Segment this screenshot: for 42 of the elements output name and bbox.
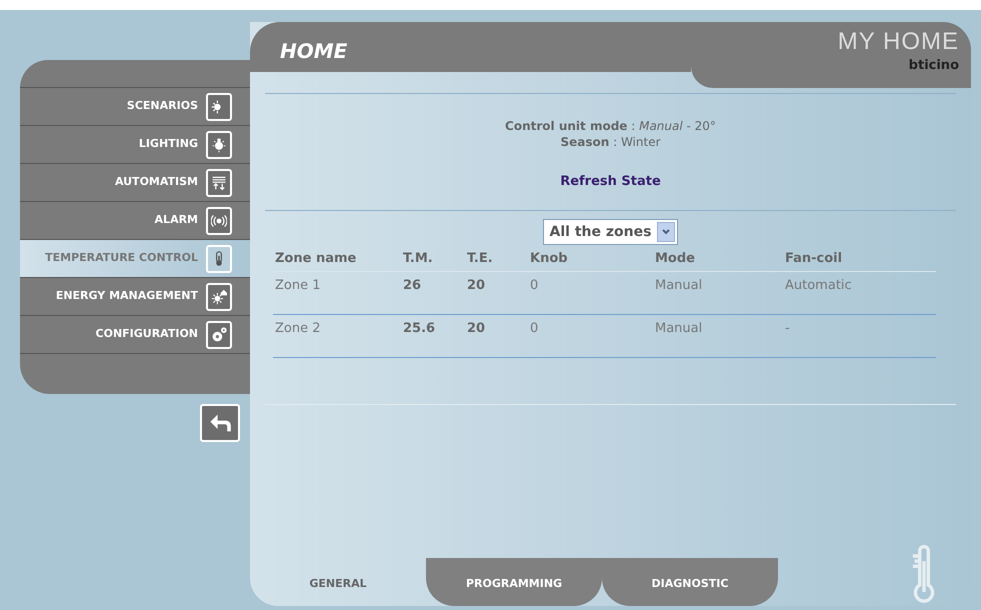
table-cell-text: Automatic [784, 276, 853, 294]
sidebar-item[interactable]: TEMPERATURE CONTROL [20, 240, 250, 278]
tab[interactable]: GENERAL [250, 558, 426, 606]
status-line: Control unit mode : Manual - 20° [505, 118, 716, 134]
sidebar-item[interactable]: LIGHTING [20, 126, 250, 164]
sidebar-item[interactable]: ALARM [20, 202, 250, 240]
dropdown-caret-icon [661, 227, 672, 237]
table-cell-text: 20 [466, 276, 486, 294]
back-button[interactable] [200, 404, 240, 442]
table-cell-text: - [784, 320, 791, 338]
tab[interactable]: PROGRAMMING [426, 558, 602, 606]
gears-icon [211, 326, 227, 342]
column-header: Knob [529, 250, 569, 268]
table-cell-text: Zone 2 [274, 320, 322, 338]
page-title: HOME [280, 38, 348, 65]
refresh-link[interactable]: Refresh State [560, 174, 661, 190]
table-cell-text: 25.6 [402, 320, 436, 338]
table-cell-text: 20 [466, 320, 486, 338]
column-header: Zone name [274, 250, 358, 268]
sidebar-item[interactable]: ENERGY MANAGEMENT [20, 278, 250, 316]
column-header: Mode [654, 250, 696, 268]
logo-text: MY HOME [838, 30, 959, 54]
brand-logo: bticino [908, 57, 959, 75]
light-bulb-icon [211, 136, 227, 152]
table-cell-text: 0 [529, 320, 540, 338]
tab[interactable]: DIAGNOSTIC [602, 558, 778, 606]
status-line: Season : Winter [560, 134, 661, 150]
sidebar-item[interactable]: CONFIGURATION [20, 316, 250, 354]
sidebar-item[interactable]: AUTOMATISM [20, 164, 250, 202]
shutter-arrows-icon [211, 174, 227, 190]
table-cell-text: Zone 1 [274, 276, 322, 294]
sidebar-item[interactable]: SCENARIOS [20, 88, 250, 126]
sun-house-icon [211, 288, 227, 304]
column-header: T.M. [402, 250, 434, 268]
alarm-signal-icon [211, 212, 227, 228]
table-cell-text: Manual [654, 320, 704, 338]
column-header: T.E. [466, 250, 494, 268]
table-cell-text: 0 [529, 276, 540, 294]
table-cell-text: Manual [654, 276, 704, 294]
zone-select[interactable]: All the zones [542, 219, 678, 245]
column-header: Fan-coil [784, 250, 844, 268]
table-cell-text: 26 [402, 276, 422, 294]
